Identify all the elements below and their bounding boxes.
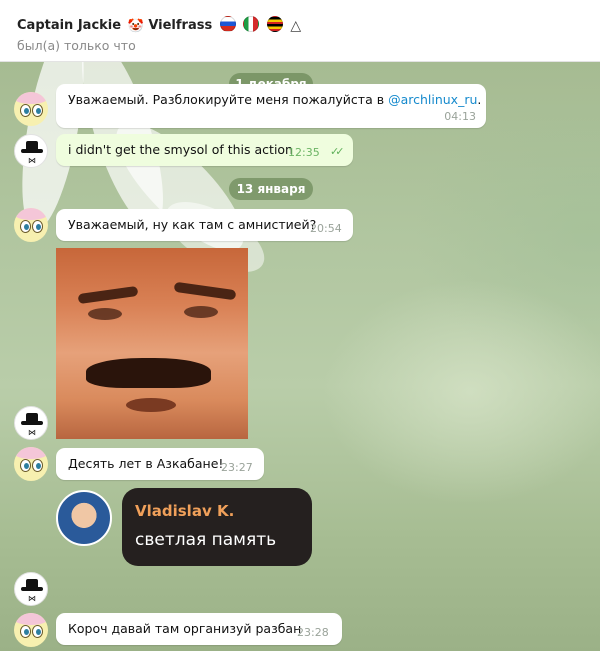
chat-title-subname: Vielfrass	[148, 18, 213, 33]
message-text: Уважаемый, ну как там с амнистией?	[68, 217, 317, 232]
forward-author-name[interactable]: Vladislav K.	[135, 502, 234, 520]
chat-title-name: Captain Jackie	[17, 18, 122, 33]
incoming-message[interactable]: Уважаемый, ну как там с амнистией? 20:54	[56, 209, 353, 241]
contact-avatar[interactable]	[14, 92, 48, 126]
forwarded-message[interactable]: Vladislav K. светлая память	[122, 488, 312, 566]
date-separator: 13 января	[229, 178, 313, 200]
message-time: 23:27	[221, 461, 253, 474]
outgoing-message[interactable]: i didn't get the smysol of this action 1…	[56, 134, 353, 166]
message-text: Десять лет в Азкабане!	[68, 456, 224, 471]
message-text: Уважаемый. Разблокируйте меня пожалуйста…	[68, 92, 481, 107]
contact-avatar[interactable]	[14, 208, 48, 242]
chat-header[interactable]: Captain Jackie 🤡 Vielfrass △ был(а) толь…	[0, 0, 600, 62]
my-avatar[interactable]: ⋈	[14, 406, 48, 440]
forward-text: светлая память	[135, 530, 277, 550]
double-check-icon: ✓✓	[330, 145, 345, 158]
message-text: Короч давай там организуй разбан	[68, 621, 302, 636]
clown-face-icon: 🤡	[127, 19, 144, 34]
russia-flag-icon	[219, 16, 236, 32]
my-avatar[interactable]: ⋈	[14, 134, 48, 168]
contact-avatar[interactable]	[14, 613, 48, 647]
message-suffix: .	[477, 92, 482, 107]
contact-avatar[interactable]	[14, 447, 48, 481]
laughing-man-face-sticker[interactable]	[56, 248, 248, 439]
message-time: 23:28	[297, 626, 329, 639]
chat-status: был(а) только что	[17, 38, 136, 53]
uganda-flag-icon	[266, 16, 283, 32]
italy-flag-icon	[243, 16, 260, 32]
message-list[interactable]: 1 декабря Уважаемый. Разблокируйте меня …	[0, 62, 600, 651]
my-avatar[interactable]: ⋈	[14, 572, 48, 606]
message-text: i didn't get the smysol of this action	[68, 142, 293, 157]
forward-author-avatar[interactable]	[56, 490, 112, 546]
chat-title[interactable]: Captain Jackie 🤡 Vielfrass △	[17, 16, 301, 34]
username-link[interactable]: @archlinux_ru	[388, 92, 477, 107]
incoming-message[interactable]: Короч давай там организуй разбан 23:28	[56, 613, 342, 645]
message-time: 20:54	[310, 222, 342, 235]
message-time: 12:35	[288, 146, 320, 159]
message-time: 04:13	[444, 110, 476, 123]
message-body: Уважаемый. Разблокируйте меня пожалуйста…	[68, 92, 389, 107]
incoming-message[interactable]: Десять лет в Азкабане! 23:27	[56, 448, 264, 480]
triangle-icon: △	[290, 18, 302, 34]
incoming-message[interactable]: Уважаемый. Разблокируйте меня пожалуйста…	[56, 84, 486, 128]
